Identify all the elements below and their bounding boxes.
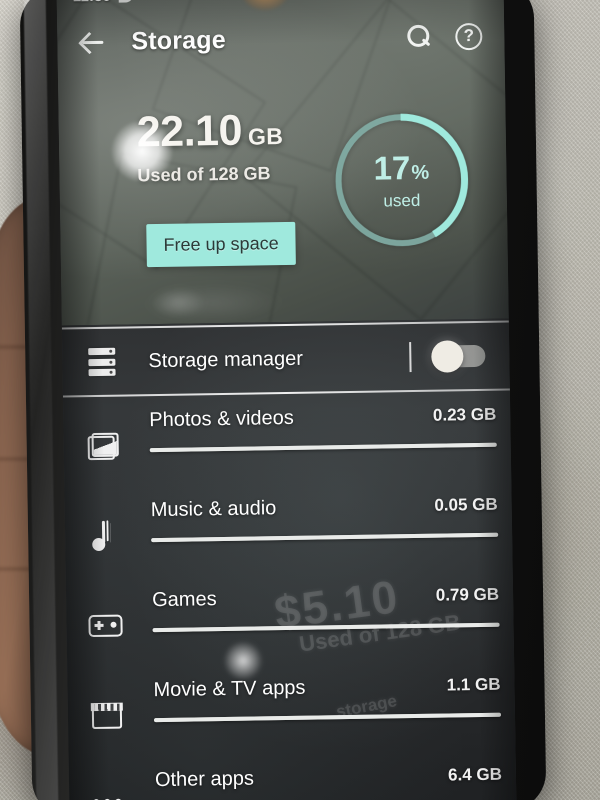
status-bar-left: 11:39 — [73, 0, 133, 5]
toggle-knob — [431, 340, 464, 373]
category-bar — [149, 442, 497, 453]
category-size: 6.4 GB — [447, 764, 503, 785]
category-bar — [152, 622, 500, 633]
storage-manager-controls — [409, 340, 493, 373]
list-item[interactable]: Games 0.79 GB — [66, 572, 514, 669]
category-size: 0.79 GB — [435, 584, 500, 605]
category-bar — [153, 712, 502, 723]
storage-summary: 22.10 GB Used of 128 GB Free up space 17%… — [58, 95, 508, 302]
list-item[interactable]: Movie & TV apps 1.1 GB — [67, 662, 515, 759]
music-icon — [81, 517, 128, 556]
clover-icon — [118, 0, 133, 3]
app-bar-actions: ? — [405, 22, 486, 50]
page-title: Storage — [131, 25, 227, 55]
status-bar-clock: 11:39 — [73, 0, 112, 5]
games-icon — [82, 607, 129, 646]
category-label: Music & audio — [150, 497, 277, 522]
phone-screen: 11:39 Storage ? 22.10GB — [56, 0, 517, 800]
category-label: Other apps — [154, 767, 255, 792]
category-size: 0.05 GB — [434, 494, 498, 515]
list-item[interactable]: Other apps 6.4 GB — [69, 752, 517, 800]
help-icon[interactable]: ? — [455, 22, 483, 50]
category-label: Games — [151, 588, 217, 612]
search-icon[interactable] — [405, 24, 431, 50]
gauge-svg — [335, 113, 469, 247]
storage-category-list: Photos & videos 0.23 GB Music & audio 0.… — [63, 392, 516, 800]
used-of-total: Used of 128 GB — [137, 163, 271, 186]
other-apps-icon — [85, 782, 132, 800]
used-amount: 22.10 GB — [136, 106, 283, 157]
storage-manager-row[interactable]: Storage manager — [62, 322, 510, 395]
movie-tv-icon — [84, 697, 131, 736]
list-item[interactable]: Photos & videos 0.23 GB — [63, 392, 511, 489]
used-amount-value: 22.10 — [136, 106, 243, 157]
category-bar — [151, 532, 499, 543]
category-size: 0.23 GB — [432, 404, 497, 425]
category-size: 1.1 GB — [446, 674, 501, 695]
category-label: Photos & videos — [149, 406, 295, 432]
list-item[interactable]: Music & audio 0.05 GB — [64, 482, 512, 579]
app-bar: Storage ? — [57, 9, 505, 70]
storage-manager-label: Storage manager — [148, 347, 304, 372]
storage-gauge: 17% used — [326, 105, 476, 255]
storage-summary-text: 22.10 GB Used of 128 GB — [136, 106, 284, 186]
category-label: Movie & TV apps — [153, 676, 306, 702]
vertical-divider — [409, 342, 412, 373]
storage-manager-toggle[interactable] — [431, 340, 486, 373]
used-amount-unit: GB — [247, 123, 284, 150]
free-up-space-button[interactable]: Free up space — [146, 221, 296, 268]
back-arrow-icon[interactable] — [75, 25, 110, 60]
storage-manager-icon — [78, 347, 124, 377]
photos-icon — [79, 427, 126, 466]
status-bar: 11:39 — [57, 0, 504, 8]
